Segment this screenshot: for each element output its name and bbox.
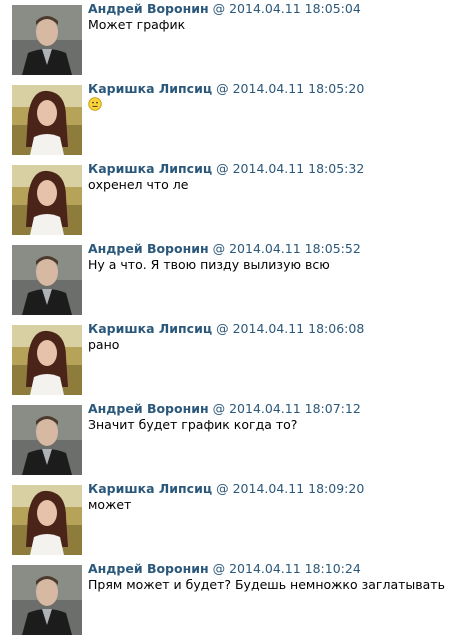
- message-header: Андрей Воронин @ 2014.04.11 18:10:24: [88, 561, 361, 577]
- at-sign: @: [216, 81, 229, 96]
- message-text: рано: [88, 337, 120, 352]
- message-item: Каришка Липсиц @ 2014.04.11 18:06:08 ран…: [0, 320, 461, 400]
- timestamp: 2014.04.11 18:07:12: [229, 401, 361, 416]
- message-text: может: [88, 497, 132, 512]
- avatar-male[interactable]: [12, 245, 82, 315]
- at-sign: @: [212, 561, 226, 576]
- message-header: Андрей Воронин @ 2014.04.11 18:05:04: [88, 1, 361, 17]
- at-sign: @: [212, 241, 226, 256]
- at-sign: @: [216, 321, 229, 336]
- author-name[interactable]: Каришка Липсиц: [88, 161, 212, 176]
- message-header: Каришка Липсиц @ 2014.04.11 18:06:08: [88, 321, 364, 337]
- message-item: Андрей Воронин @ 2014.04.11 18:05:04 Мож…: [0, 0, 461, 80]
- message-text: Ну а что. Я твою пизду вылизую всю: [88, 257, 330, 272]
- at-sign: @: [212, 401, 226, 416]
- message-item: Каришка Липсиц @ 2014.04.11 18:05:32 охр…: [0, 160, 461, 240]
- timestamp: 2014.04.11 18:05:04: [229, 1, 361, 16]
- message-header: Каришка Липсиц @ 2014.04.11 18:05:20: [88, 81, 364, 97]
- avatar-male[interactable]: [12, 5, 82, 75]
- timestamp: 2014.04.11 18:05:20: [232, 81, 365, 96]
- timestamp: 2014.04.11 18:06:08: [232, 321, 365, 336]
- avatar-female[interactable]: [12, 85, 82, 155]
- avatar-female[interactable]: [12, 165, 82, 235]
- author-name[interactable]: Каришка Липсиц: [88, 321, 212, 336]
- author-name[interactable]: Андрей Воронин: [88, 401, 209, 416]
- at-sign: @: [212, 1, 226, 16]
- timestamp: 2014.04.11 18:05:32: [232, 161, 365, 176]
- author-name[interactable]: Андрей Воронин: [88, 561, 209, 576]
- message-item: Андрей Воронин @ 2014.04.11 18:07:12 Зна…: [0, 400, 461, 480]
- at-sign: @: [216, 161, 229, 176]
- message-text: Значит будет график когда то?: [88, 417, 298, 432]
- message-item: Андрей Воронин @ 2014.04.11 18:05:52 Ну …: [0, 240, 461, 320]
- message-item: Каришка Липсиц @ 2014.04.11 18:09:20 мож…: [0, 480, 461, 560]
- author-name[interactable]: Каришка Липсиц: [88, 481, 212, 496]
- neutral-smiley-icon: [88, 97, 102, 111]
- author-name[interactable]: Андрей Воронин: [88, 241, 209, 256]
- avatar-male[interactable]: [12, 405, 82, 475]
- message-item: Каришка Липсиц @ 2014.04.11 18:05:20: [0, 80, 461, 160]
- message-text: [88, 97, 102, 113]
- author-name[interactable]: Каришка Липсиц: [88, 81, 212, 96]
- message-header: Каришка Липсиц @ 2014.04.11 18:09:20: [88, 481, 364, 497]
- message-text: Может график: [88, 17, 186, 32]
- message-item: Андрей Воронин @ 2014.04.11 18:10:24 Пря…: [0, 560, 461, 640]
- message-header: Каришка Липсиц @ 2014.04.11 18:05:32: [88, 161, 364, 177]
- message-header: Андрей Воронин @ 2014.04.11 18:07:12: [88, 401, 361, 417]
- at-sign: @: [216, 481, 229, 496]
- avatar-female[interactable]: [12, 325, 82, 395]
- message-header: Андрей Воронин @ 2014.04.11 18:05:52: [88, 241, 361, 257]
- avatar-female[interactable]: [12, 485, 82, 555]
- message-text: охренел что ле: [88, 177, 189, 192]
- timestamp: 2014.04.11 18:09:20: [232, 481, 365, 496]
- timestamp: 2014.04.11 18:10:24: [229, 561, 361, 576]
- author-name[interactable]: Андрей Воронин: [88, 1, 209, 16]
- avatar-male[interactable]: [12, 565, 82, 635]
- timestamp: 2014.04.11 18:05:52: [229, 241, 361, 256]
- message-text: Прям может и будет? Будешь немножко загл…: [88, 577, 445, 592]
